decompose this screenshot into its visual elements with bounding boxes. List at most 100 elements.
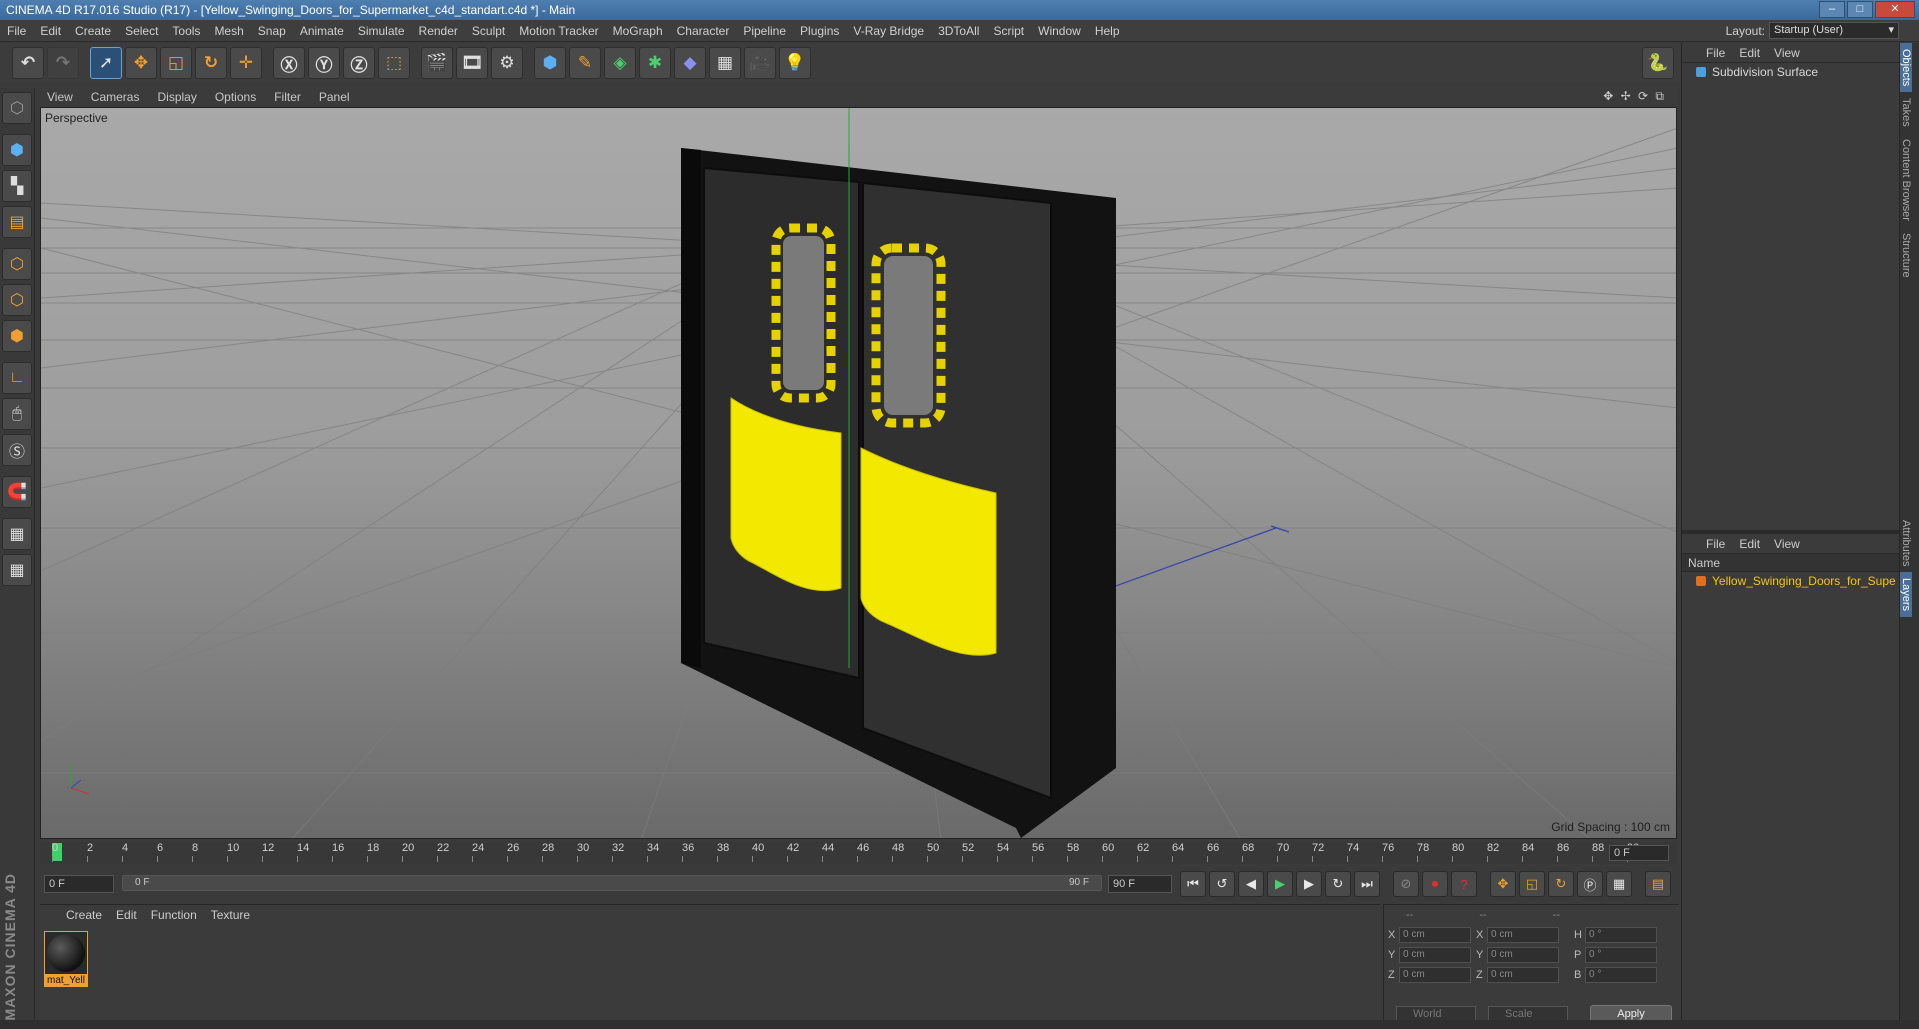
menu-mesh[interactable]: Mesh bbox=[207, 24, 250, 38]
viewport-menu-filter[interactable]: Filter bbox=[265, 90, 310, 104]
tweak-mode-icon[interactable]: 🖱 bbox=[2, 398, 32, 430]
menu-mograph[interactable]: MoGraph bbox=[606, 24, 670, 38]
play-icon[interactable]: ▶ bbox=[1267, 871, 1293, 897]
grid-snap-icon[interactable]: ▦ bbox=[2, 554, 32, 586]
key-position-icon[interactable]: ✥ bbox=[1490, 871, 1516, 897]
go-to-end-icon[interactable]: ⏭ bbox=[1354, 871, 1380, 897]
object-menu-view[interactable]: View bbox=[1774, 46, 1800, 60]
move-tool-icon[interactable]: ✥ bbox=[125, 47, 157, 79]
position-z[interactable]: Z0 cm bbox=[1388, 967, 1474, 983]
autokey-icon[interactable]: ⏺ bbox=[1422, 871, 1448, 897]
workplane-icon[interactable]: ▤ bbox=[2, 206, 32, 238]
snap-magnet-icon[interactable]: 🧲 bbox=[2, 476, 32, 508]
close-button[interactable]: ✕ bbox=[1875, 1, 1915, 18]
next-key-icon[interactable]: ↻ bbox=[1325, 871, 1351, 897]
menu-plugins[interactable]: Plugins bbox=[793, 24, 846, 38]
tab-objects[interactable]: Objects bbox=[1900, 43, 1912, 93]
make-editable-icon[interactable]: ⬡ bbox=[2, 92, 32, 124]
material-menu-function[interactable]: Function bbox=[151, 908, 197, 922]
rotation-h[interactable]: H0 ° bbox=[1574, 927, 1670, 943]
frame-range-slider[interactable]: 0 F 90 F bbox=[122, 875, 1102, 891]
scale-tool-icon[interactable]: ◱ bbox=[160, 47, 192, 79]
camera-icon[interactable]: 🎥 bbox=[744, 47, 776, 79]
viewport-nav-icons[interactable]: ✥ ✢ ⟳ ⧉ bbox=[1603, 89, 1666, 104]
render-settings-icon[interactable]: ⚙ bbox=[491, 47, 523, 79]
render-to-picture-viewer-icon[interactable]: 🎞 bbox=[456, 47, 488, 79]
menu-animate[interactable]: Animate bbox=[293, 24, 351, 38]
object-menu-edit[interactable]: Edit bbox=[1739, 46, 1760, 60]
menu-simulate[interactable]: Simulate bbox=[351, 24, 412, 38]
key-parameter-icon[interactable]: Ⓟ bbox=[1577, 871, 1603, 897]
menu-script[interactable]: Script bbox=[986, 24, 1031, 38]
texture-mode-icon[interactable]: ▚ bbox=[2, 170, 32, 202]
rotation-b[interactable]: B0 ° bbox=[1574, 967, 1670, 983]
menu-window[interactable]: Window bbox=[1031, 24, 1088, 38]
start-frame-field[interactable]: 0 F bbox=[44, 875, 114, 893]
axis-mode-icon[interactable]: ∟ bbox=[2, 362, 32, 394]
timeline-window-icon[interactable]: ▤ bbox=[1645, 871, 1671, 897]
menu-render[interactable]: Render bbox=[412, 24, 465, 38]
select-tool-icon[interactable]: ➚ bbox=[90, 47, 122, 79]
key-scale-icon[interactable]: ◱ bbox=[1519, 871, 1545, 897]
cube-object-icon[interactable]: ⬢ bbox=[534, 47, 566, 79]
redo-icon[interactable]: ↷ bbox=[47, 47, 79, 79]
layer-row[interactable]: Yellow_Swinging_Doors_for_Supe bbox=[1682, 572, 1900, 590]
viewport-menu-options[interactable]: Options bbox=[206, 90, 265, 104]
minimize-button[interactable]: – bbox=[1819, 1, 1845, 18]
pen-spline-icon[interactable]: ✎ bbox=[569, 47, 601, 79]
material-swatch[interactable]: mat_Yell bbox=[44, 931, 88, 987]
layer-name-header[interactable]: Name bbox=[1682, 554, 1900, 572]
timeline-ruler[interactable]: 0 2 4 6 8 10 12 14 16 18 20 22 24 26 28 30 32 34 36 38 40 42 4… bbox=[52, 842, 1639, 864]
viewport-menu-view[interactable]: View bbox=[38, 90, 82, 104]
edges-mode-icon[interactable]: ⬡ bbox=[2, 284, 32, 316]
menu-edit[interactable]: Edit bbox=[33, 24, 68, 38]
layer-menu-edit[interactable]: Edit bbox=[1739, 537, 1760, 551]
rotation-p[interactable]: P0 ° bbox=[1574, 947, 1670, 963]
keyframe-selection-icon[interactable]: ? bbox=[1451, 871, 1477, 897]
next-frame-icon[interactable]: ▶ bbox=[1296, 871, 1322, 897]
light-icon[interactable]: 💡 bbox=[779, 47, 811, 79]
y-axis-lock-icon[interactable]: Ⓨ bbox=[308, 47, 340, 79]
menu-3dtoall[interactable]: 3DToAll bbox=[931, 24, 986, 38]
points-mode-icon[interactable]: ⬡ bbox=[2, 248, 32, 280]
material-menu-create[interactable]: Create bbox=[66, 908, 102, 922]
previous-frame-icon[interactable]: ◀ bbox=[1238, 871, 1264, 897]
menu-snap[interactable]: Snap bbox=[251, 24, 293, 38]
end-frame-field[interactable]: 90 F bbox=[1108, 875, 1172, 893]
polygons-mode-icon[interactable]: ⬢ bbox=[2, 320, 32, 352]
viewport-menu-panel[interactable]: Panel bbox=[310, 90, 359, 104]
array-generator-icon[interactable]: ✱ bbox=[639, 47, 671, 79]
menu-file[interactable]: File bbox=[0, 24, 33, 38]
menu-motion-tracker[interactable]: Motion Tracker bbox=[512, 24, 605, 38]
3d-viewport[interactable]: Perspective Grid Spacing : 100 cm bbox=[40, 107, 1677, 839]
rotate-tool-icon[interactable]: ↻ bbox=[195, 47, 227, 79]
timeline[interactable]: 0 2 4 6 8 10 12 14 16 18 20 22 24 26 28 30 32 34 36 38 40 42 4… bbox=[40, 842, 1677, 864]
position-y[interactable]: Y0 cm bbox=[1388, 947, 1474, 963]
coordinate-system-icon[interactable]: ⬚ bbox=[378, 47, 410, 79]
menu-create[interactable]: Create bbox=[68, 24, 118, 38]
floor-scene-icon[interactable]: ▦ bbox=[709, 47, 741, 79]
size-x[interactable]: X0 cm bbox=[1476, 927, 1572, 943]
menu-tools[interactable]: Tools bbox=[165, 24, 207, 38]
layer-menu-file[interactable]: File bbox=[1706, 537, 1725, 551]
layout-dropdown[interactable]: Startup (User) bbox=[1769, 22, 1899, 39]
grid-lock-icon[interactable]: ▦ bbox=[2, 518, 32, 550]
render-view-icon[interactable]: 🎬 bbox=[421, 47, 453, 79]
menu-sculpt[interactable]: Sculpt bbox=[465, 24, 512, 38]
size-y[interactable]: Y0 cm bbox=[1476, 947, 1572, 963]
menu-character[interactable]: Character bbox=[670, 24, 737, 38]
subdivision-surface-icon[interactable]: ◈ bbox=[604, 47, 636, 79]
tab-attributes[interactable]: Attributes bbox=[1900, 514, 1912, 572]
deformer-icon[interactable]: ◆ bbox=[674, 47, 706, 79]
viewport-menu-cameras[interactable]: Cameras bbox=[82, 90, 149, 104]
menu-help[interactable]: Help bbox=[1088, 24, 1127, 38]
material-menu-texture[interactable]: Texture bbox=[211, 908, 250, 922]
tab-takes[interactable]: Takes bbox=[1900, 92, 1912, 133]
layer-menu-view[interactable]: View bbox=[1774, 537, 1800, 551]
object-menu-file[interactable]: File bbox=[1706, 46, 1725, 60]
tab-structure[interactable]: Structure bbox=[1900, 227, 1912, 284]
menu-vray-bridge[interactable]: V-Ray Bridge bbox=[846, 24, 931, 38]
menu-pipeline[interactable]: Pipeline bbox=[736, 24, 793, 38]
key-rotation-icon[interactable]: ↻ bbox=[1548, 871, 1574, 897]
go-to-start-icon[interactable]: ⏮ bbox=[1180, 871, 1206, 897]
